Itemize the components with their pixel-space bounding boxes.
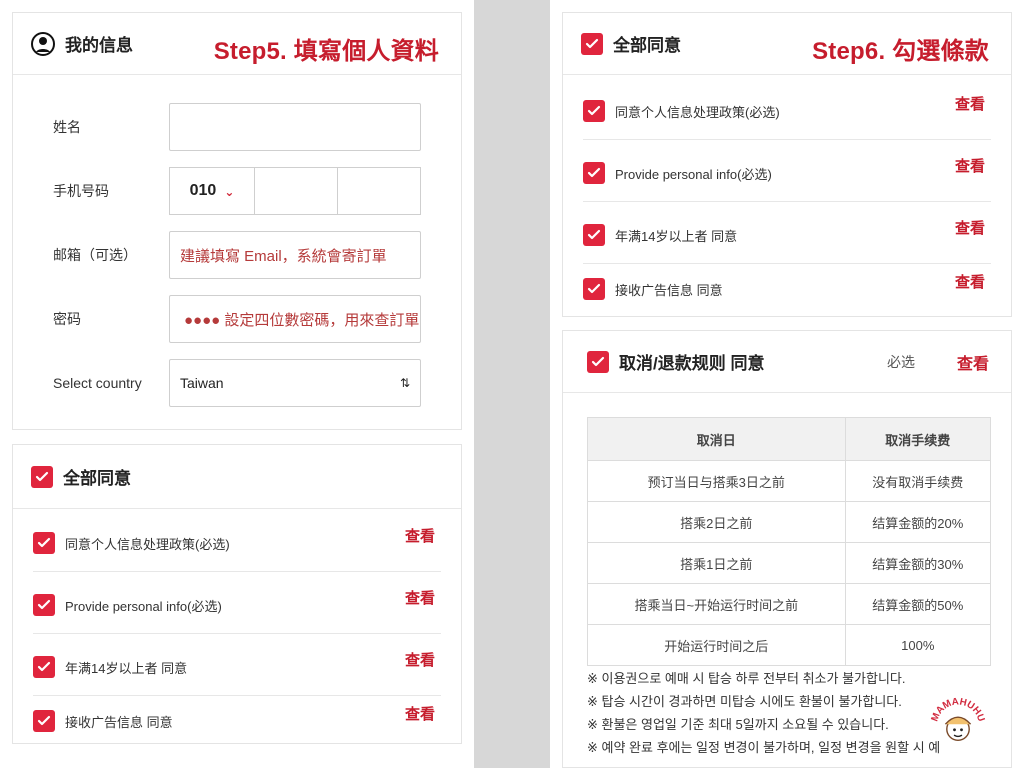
table-row: 预订当日与搭乘3日之前 没有取消手续费 bbox=[587, 460, 992, 502]
country-code-value: 010 bbox=[189, 182, 217, 199]
email-row: 邮箱（可选） 建議填寫 Email，系統會寄訂單 bbox=[13, 229, 463, 281]
country-select[interactable]: Taiwan ⇅ bbox=[169, 359, 421, 407]
table-row: 开始运行时间之后 100% bbox=[587, 624, 992, 666]
cancel-rules-checkbox[interactable] bbox=[587, 350, 609, 373]
privacy-text-right: 同意个人信息处理政策(必选) bbox=[615, 104, 780, 120]
agree-item-age-left: 年满14岁以上者 同意 查看 bbox=[33, 639, 441, 696]
email-input[interactable]: 建議填寫 Email，系統會寄訂單 bbox=[169, 231, 421, 279]
agree-header-left: 全部同意 bbox=[13, 445, 461, 509]
agree-item-privacy-left: 同意个人信息处理政策(必选) 查看 bbox=[33, 515, 441, 572]
table-cell: 结算金额的30% bbox=[844, 542, 992, 584]
agree-item-privacy-right: 同意个人信息处理政策(必选) 查看 bbox=[583, 83, 991, 140]
header-cancel-date: 取消日 bbox=[587, 417, 846, 461]
page: 我的信息 Step5. 填寫個人資料 姓名 手机号码 010 ⌄ 邮箱（可选） … bbox=[0, 0, 1024, 768]
agree-item-age-right: 年满14岁以上者 同意 查看 bbox=[583, 207, 991, 264]
ads-view-link-left[interactable]: 查看 bbox=[405, 703, 435, 724]
agree-card-right: 全部同意 Step6. 勾選條款 同意个人信息处理政策(必选) 查看 Provi… bbox=[562, 12, 1012, 317]
agree-title-right: 全部同意 bbox=[613, 36, 681, 55]
table-cell: 搭乘1日之前 bbox=[587, 542, 846, 584]
agree-card-left: 全部同意 同意个人信息处理政策(必选) 查看 Provide personal … bbox=[12, 444, 462, 744]
my-info-header: 我的信息 Step5. 填寫個人資料 bbox=[13, 13, 461, 75]
left-column: 我的信息 Step5. 填寫個人資料 姓名 手机号码 010 ⌄ 邮箱（可选） … bbox=[12, 0, 462, 768]
my-info-title: 我的信息 bbox=[65, 36, 133, 55]
agree-title-left: 全部同意 bbox=[63, 469, 131, 488]
select-all-checkbox-left[interactable] bbox=[31, 465, 53, 488]
cancel-rules-header: 取消/退款规则 同意 必选 查看 bbox=[563, 331, 1011, 393]
privacy-checkbox-left[interactable] bbox=[33, 532, 55, 554]
cancel-rules-card: 取消/退款规则 同意 必选 查看 取消日 取消手续费 预订当日与搭乘3日之前 没… bbox=[562, 330, 1012, 768]
phone-middle-input[interactable] bbox=[254, 168, 337, 214]
phone-last-input[interactable] bbox=[337, 168, 420, 214]
age-text-left: 年满14岁以上者 同意 bbox=[65, 660, 188, 676]
table-cell: 搭乘2日之前 bbox=[587, 501, 846, 543]
select-all-checkbox-right[interactable] bbox=[581, 32, 603, 55]
phone-input-group: 010 ⌄ bbox=[169, 167, 421, 215]
ads-checkbox-right[interactable] bbox=[583, 278, 605, 300]
ads-text-left: 接收广告信息 同意 bbox=[65, 714, 173, 730]
cancel-fee-table: 取消日 取消手续费 预订当日与搭乘3日之前 没有取消手续费 搭乘2日之前 结算金… bbox=[587, 417, 992, 666]
agree-item-personal-right: Provide personal info(必选) 查看 bbox=[583, 145, 991, 202]
table-header-row: 取消日 取消手续费 bbox=[587, 417, 992, 461]
privacy-text-left: 同意个人信息处理政策(必选) bbox=[65, 536, 230, 552]
age-text-right: 年满14岁以上者 同意 bbox=[615, 228, 738, 244]
my-info-card: 我的信息 Step5. 填寫個人資料 姓名 手机号码 010 ⌄ 邮箱（可选） … bbox=[12, 12, 462, 430]
country-label: Select country bbox=[53, 375, 142, 391]
cancel-rules-view-link[interactable]: 查看 bbox=[957, 350, 989, 374]
privacy-checkbox-right[interactable] bbox=[583, 100, 605, 122]
mamahuhu-watermark: MAMAHUHU bbox=[929, 696, 987, 741]
country-row: Select country Taiwan ⇅ bbox=[13, 357, 463, 409]
cancel-rules-title: 取消/退款规则 同意 bbox=[619, 354, 765, 373]
ads-text-right: 接收广告信息 同意 bbox=[615, 282, 723, 298]
age-view-link-right[interactable]: 查看 bbox=[955, 217, 985, 238]
name-input[interactable] bbox=[169, 103, 421, 151]
user-icon bbox=[31, 31, 55, 56]
password-row: 密码 ●●●● 設定四位數密碼，用來查訂單用 bbox=[13, 293, 463, 345]
password-input[interactable]: ●●●● 設定四位數密碼，用來查訂單用 bbox=[169, 295, 421, 343]
privacy-view-link-left[interactable]: 查看 bbox=[405, 525, 435, 546]
personal-info-text-right: Provide personal info(必选) bbox=[615, 166, 772, 182]
step6-label: Step6. 勾選條款 bbox=[812, 38, 989, 65]
table-cell: 结算金额的50% bbox=[844, 583, 992, 625]
age-checkbox-left[interactable] bbox=[33, 656, 55, 678]
password-label: 密码 bbox=[53, 311, 81, 327]
agree-item-ads-right: 接收广告信息 同意 查看 bbox=[583, 261, 991, 317]
table-row: 搭乘当日~开始运行时间之前 结算金额的50% bbox=[587, 583, 992, 625]
right-column: 全部同意 Step6. 勾選條款 同意个人信息处理政策(必选) 查看 Provi… bbox=[562, 0, 1012, 768]
agree-item-ads-left: 接收广告信息 同意 查看 bbox=[33, 693, 441, 749]
table-cell: 预订当日与搭乘3日之前 bbox=[587, 460, 846, 502]
ads-view-link-right[interactable]: 查看 bbox=[955, 271, 985, 292]
country-value: Taiwan bbox=[180, 375, 224, 391]
age-checkbox-right[interactable] bbox=[583, 224, 605, 246]
chevron-down-icon: ⌄ bbox=[224, 185, 235, 199]
phone-row: 手机号码 010 ⌄ bbox=[13, 165, 463, 217]
personal-info-checkbox-right[interactable] bbox=[583, 162, 605, 184]
header-cancel-fee: 取消手续费 bbox=[844, 417, 992, 461]
updown-icon: ⇅ bbox=[399, 376, 410, 390]
table-cell: 搭乘当日~开始运行时间之前 bbox=[587, 583, 846, 625]
step5-label: Step5. 填寫個人資料 bbox=[213, 38, 439, 65]
name-label: 姓名 bbox=[53, 119, 81, 135]
split-gutter bbox=[474, 0, 550, 768]
table-cell: 开始运行时间之后 bbox=[587, 624, 846, 666]
personal-info-view-link-right[interactable]: 查看 bbox=[955, 155, 985, 176]
cancel-rules-required: 必选 bbox=[887, 353, 915, 370]
table-cell: 没有取消手续费 bbox=[844, 460, 992, 502]
country-code-select[interactable]: 010 ⌄ bbox=[170, 168, 254, 214]
name-row: 姓名 bbox=[13, 101, 463, 153]
personal-info-view-link-left[interactable]: 查看 bbox=[405, 587, 435, 608]
table-row: 搭乘1日之前 结算金额的30% bbox=[587, 542, 992, 584]
table-cell: 结算金额的20% bbox=[844, 501, 992, 543]
agree-item-personal-left: Provide personal info(必选) 查看 bbox=[33, 577, 441, 634]
privacy-view-link-right[interactable]: 查看 bbox=[955, 93, 985, 114]
age-view-link-left[interactable]: 查看 bbox=[405, 649, 435, 670]
personal-info-text-left: Provide personal info(必选) bbox=[65, 598, 222, 614]
agree-header-right: 全部同意 Step6. 勾選條款 bbox=[563, 13, 1011, 75]
table-cell: 100% bbox=[844, 624, 992, 666]
table-row: 搭乘2日之前 结算金额的20% bbox=[587, 501, 992, 543]
personal-info-checkbox-left[interactable] bbox=[33, 594, 55, 616]
ads-checkbox-left[interactable] bbox=[33, 710, 55, 732]
phone-label: 手机号码 bbox=[53, 183, 109, 199]
email-label: 邮箱（可选） bbox=[53, 247, 137, 263]
